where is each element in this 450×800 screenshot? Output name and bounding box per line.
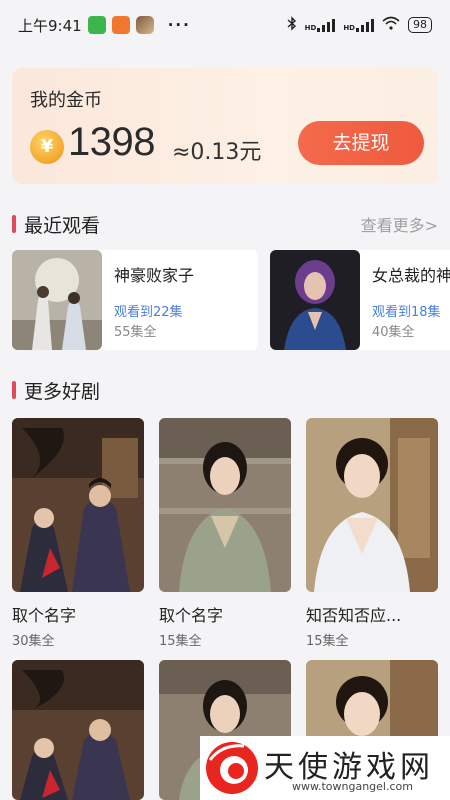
coin-card: 我的金币 ¥ 1398 ≈0.13元 去提现: [12, 68, 438, 184]
drama-poster-image: [12, 250, 102, 350]
drama-card[interactable]: 取个名字 15集全: [159, 418, 291, 649]
watermark: 天使游戏网 www.towngangel.com: [200, 736, 450, 800]
recent-card[interactable]: 神豪败家子 观看到22集 55集全: [12, 250, 258, 350]
recent-list: 神豪败家子 观看到22集 55集全 女总裁的神 观看到18集 40集全: [12, 250, 450, 350]
coin-cash-equivalent: ≈0.13元: [172, 140, 262, 165]
app-notification-icon: [87, 16, 106, 34]
drama-poster-image: [270, 250, 360, 350]
signal-icon-2: HD: [343, 18, 374, 32]
recent-drama-total: 40集全: [372, 325, 415, 340]
recent-drama-name: 神豪败家子: [114, 266, 195, 285]
drama-name: 取个名字: [12, 606, 77, 625]
wifi-icon: [382, 16, 400, 34]
watermark-url: www.towngangel.com: [292, 780, 413, 793]
drama-card[interactable]: [12, 660, 144, 800]
drama-card[interactable]: 知否知否应... 15集全: [306, 418, 438, 649]
signal-icon-1: HD: [305, 18, 336, 32]
drama-name: 取个名字: [159, 606, 224, 625]
section-accent-bar: [12, 381, 16, 399]
drama-card[interactable]: 取个名字 30集全: [12, 418, 144, 649]
avatar-notification-icon: [135, 16, 154, 34]
drama-poster-image: [159, 418, 291, 592]
drama-poster-image: [12, 660, 144, 800]
more-section-header: 更多好剧: [12, 376, 438, 404]
section-accent-bar: [12, 215, 16, 233]
status-bar: 上午9:41 ··· HD HD 98: [0, 0, 450, 50]
recent-drama-progress: 观看到18集: [372, 305, 441, 320]
drama-episodes: 15集全: [159, 634, 202, 649]
recent-section-header: 最近观看 查看更多>: [12, 210, 438, 238]
drama-poster-image: [12, 418, 144, 592]
recent-card[interactable]: 女总裁的神 观看到18集 40集全: [270, 250, 450, 350]
coin-title: 我的金币: [30, 90, 102, 111]
watermark-logo-icon: [204, 740, 260, 796]
drama-episodes: 30集全: [12, 634, 55, 649]
bluetooth-icon: [287, 15, 297, 35]
recent-drama-name: 女总裁的神: [372, 266, 450, 285]
drama-episodes: 15集全: [306, 634, 349, 649]
video-notification-icon: [111, 16, 130, 34]
recent-drama-total: 55集全: [114, 325, 157, 340]
more-notifications-icon: ···: [167, 16, 191, 34]
coin-amount: 1398: [68, 120, 155, 164]
coin-icon: ¥: [30, 130, 64, 164]
withdraw-button[interactable]: 去提现: [298, 121, 424, 165]
recent-section-title: 最近观看: [24, 214, 101, 237]
battery-indicator: 98: [408, 17, 432, 33]
recent-drama-progress: 观看到22集: [114, 305, 183, 320]
drama-name: 知否知否应...: [306, 606, 402, 625]
drama-poster-image: [306, 418, 438, 592]
see-more-link[interactable]: 查看更多>: [361, 212, 438, 236]
status-time: 上午9:41: [18, 16, 82, 35]
more-section-title: 更多好剧: [24, 380, 101, 403]
